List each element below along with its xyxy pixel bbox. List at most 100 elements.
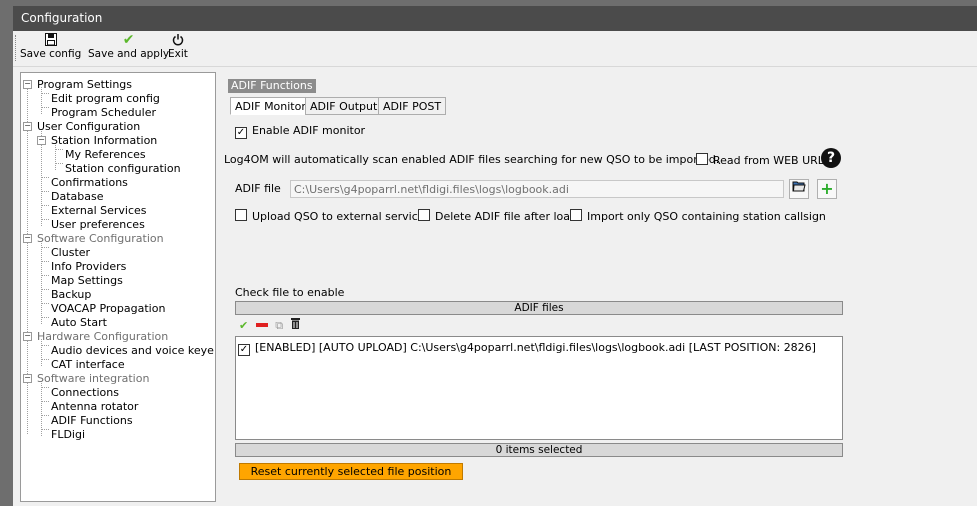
list-item-checkbox[interactable]: ✓	[238, 344, 250, 356]
adif-file-label: ADIF file	[235, 182, 281, 195]
plus-icon: +	[820, 179, 834, 198]
folder-open-icon	[792, 181, 806, 195]
collapse-icon[interactable]: −	[23, 234, 32, 243]
collapse-icon[interactable]: −	[23, 122, 32, 131]
browse-button[interactable]	[789, 179, 809, 199]
toolbar-grip[interactable]	[15, 35, 18, 61]
tree-item-software-integration[interactable]: Software integration	[37, 372, 149, 385]
delete-after-load-checkbox[interactable]	[418, 209, 430, 221]
checkmark-icon: ✔	[122, 32, 135, 48]
tree-connector	[41, 317, 49, 318]
configuration-window: Configuration Save config ✔ Save and app…	[13, 6, 977, 506]
tree-connector	[55, 149, 63, 150]
toolbar: Save config ✔ Save and apply Exit	[13, 31, 977, 67]
power-icon	[168, 33, 188, 48]
grid-toolbar: ✔ ⧉	[239, 318, 304, 332]
minus-icon[interactable]	[255, 319, 268, 332]
list-item-label: [ENABLED] [AUTO UPLOAD] C:\Users\g4popar…	[255, 341, 816, 354]
tree-item-cat-interface[interactable]: CAT interface	[51, 358, 125, 371]
link-icon[interactable]: ⧉	[275, 319, 283, 333]
tree-item-station-information[interactable]: Station Information	[51, 134, 157, 147]
tree-connector	[41, 219, 49, 220]
tree-item-program-scheduler[interactable]: Program Scheduler	[51, 106, 156, 119]
tab-adif-output[interactable]: ADIF Output	[305, 97, 383, 115]
enable-adif-monitor-row: ✓ Enable ADIF monitor	[235, 124, 365, 139]
collapse-icon[interactable]: −	[23, 332, 32, 341]
enable-adif-monitor-label: Enable ADIF monitor	[252, 124, 366, 137]
tree-item-edit-program-config[interactable]: Edit program config	[51, 92, 160, 105]
tree-item-hardware-configuration[interactable]: Hardware Configuration	[37, 330, 168, 343]
collapse-icon[interactable]: −	[37, 136, 46, 145]
tree-connector	[41, 339, 42, 366]
tree-item-my-references[interactable]: My References	[65, 148, 146, 161]
tree-item-map-settings[interactable]: Map Settings	[51, 274, 123, 287]
tree-item-user-configuration[interactable]: User Configuration	[37, 120, 140, 133]
tab-adif-monitor[interactable]: ADIF Monitor	[230, 97, 311, 115]
tree-connector	[41, 381, 42, 436]
save-config-button[interactable]: Save config	[20, 33, 81, 60]
tree-item-adif-functions[interactable]: ADIF Functions	[51, 414, 133, 427]
tree-connector	[41, 415, 49, 416]
tree-item-user-preferences[interactable]: User preferences	[51, 218, 145, 231]
reset-file-position-button[interactable]: Reset currently selected file position	[239, 463, 463, 480]
tree-connector	[41, 303, 49, 304]
save-config-label: Save config	[20, 48, 82, 60]
group-label: ADIF Functions	[228, 79, 316, 93]
tree-connector	[41, 261, 49, 262]
enable-adif-monitor-checkbox[interactable]: ✓	[235, 127, 247, 139]
tree-item-confirmations[interactable]: Confirmations	[51, 176, 128, 189]
delete-after-load-label: Delete ADIF file after load	[435, 210, 577, 223]
upload-qso-row: Upload QSO to external services	[235, 209, 430, 224]
check-file-label: Check file to enable	[235, 286, 345, 299]
tab-adif-post[interactable]: ADIF POST	[378, 97, 447, 115]
tree-item-database[interactable]: Database	[51, 190, 104, 203]
tree-connector	[41, 205, 49, 206]
read-web-url-row: Read from WEB URL	[696, 153, 824, 168]
tree-item-info-providers[interactable]: Info Providers	[51, 260, 126, 273]
floppy-disk-icon	[20, 33, 81, 48]
read-web-url-label: Read from WEB URL	[713, 154, 824, 167]
settings-tree[interactable]: − − − − − − Program Settings Edit progra…	[20, 72, 216, 502]
tree-item-program-settings[interactable]: Program Settings	[37, 78, 132, 91]
exit-button[interactable]: Exit	[168, 33, 188, 60]
tree-item-audio-devices[interactable]: Audio devices and voice keyer	[51, 344, 215, 357]
upload-qso-checkbox[interactable]	[235, 209, 247, 221]
import-only-checkbox[interactable]	[570, 209, 582, 221]
tree-connector	[41, 191, 49, 192]
tree-item-backup[interactable]: Backup	[51, 288, 91, 301]
add-file-button[interactable]: +	[817, 179, 837, 199]
tree-connector	[55, 143, 56, 170]
tree-connector	[41, 247, 49, 248]
tree-connector	[41, 387, 49, 388]
tree-item-external-services[interactable]: External Services	[51, 204, 147, 217]
window-title: Configuration	[13, 6, 977, 31]
tree-item-connections[interactable]: Connections	[51, 386, 119, 399]
adif-files-list[interactable]: ✓ [ENABLED] [AUTO UPLOAD] C:\Users\g4popa…	[235, 336, 843, 440]
tree-item-software-configuration[interactable]: Software Configuration	[37, 232, 164, 245]
save-and-apply-button[interactable]: ✔ Save and apply	[88, 32, 169, 61]
read-web-url-checkbox[interactable]	[696, 153, 708, 165]
tree-connector	[41, 401, 49, 402]
tree-item-antenna-rotator[interactable]: Antenna rotator	[51, 400, 138, 413]
tree-connector	[55, 163, 63, 164]
tree-item-auto-start[interactable]: Auto Start	[51, 316, 107, 329]
collapse-icon[interactable]: −	[23, 80, 32, 89]
tree-item-cluster[interactable]: Cluster	[51, 246, 90, 259]
tree-connector	[41, 241, 42, 324]
tree-connector	[41, 177, 49, 178]
question-mark-icon[interactable]: ?	[821, 148, 841, 168]
collapse-icon[interactable]: −	[23, 374, 32, 383]
tree-item-voacap-propagation[interactable]: VOACAP Propagation	[51, 302, 165, 315]
info-text: Log4OM will automatically scan enabled A…	[224, 153, 720, 166]
trash-icon[interactable]	[290, 318, 300, 332]
import-only-row: Import only QSO containing station calls…	[570, 209, 826, 224]
tree-item-station-configuration[interactable]: Station configuration	[65, 162, 181, 175]
adif-file-input[interactable]	[290, 180, 784, 198]
checkmark-icon[interactable]: ✔	[239, 319, 248, 332]
tree-connector	[41, 275, 49, 276]
tree-connector	[41, 289, 49, 290]
delete-after-load-row: Delete ADIF file after load	[418, 209, 577, 224]
tree-item-fldigi[interactable]: FLDigi	[51, 428, 85, 441]
import-only-label: Import only QSO containing station calls…	[587, 210, 826, 223]
list-item[interactable]: ✓ [ENABLED] [AUTO UPLOAD] C:\Users\g4popa…	[238, 341, 816, 356]
